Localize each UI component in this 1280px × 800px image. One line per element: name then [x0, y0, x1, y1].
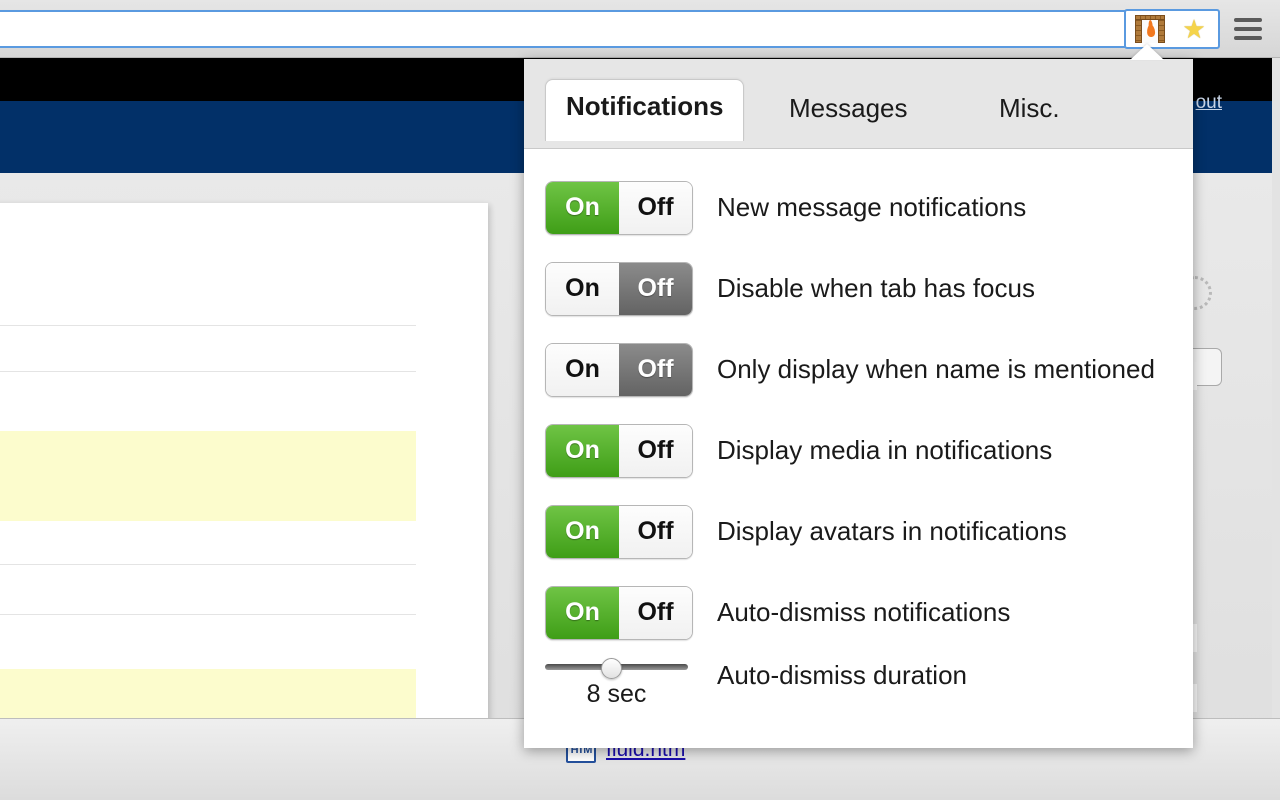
setting-row: On Off Only display when name is mention…: [524, 329, 1193, 410]
highlighted-row: [0, 431, 416, 521]
tab-misc[interactable]: Misc.: [979, 84, 1080, 138]
list-divider: [0, 325, 416, 326]
toggle-display-media-in-notifications[interactable]: On Off: [545, 423, 693, 478]
list-divider: [0, 564, 416, 565]
bookmark-button[interactable]: ★: [1174, 12, 1214, 46]
extension-popup: Notifications Messages Misc. On Off New …: [524, 59, 1193, 748]
setting-row: On Off Display avatars in notifications: [524, 491, 1193, 572]
setting-label: Only display when name is mentioned: [717, 354, 1155, 384]
popup-pointer-arrow: [1130, 44, 1164, 60]
list-divider: [0, 371, 416, 372]
toggle-off-segment[interactable]: Off: [619, 424, 692, 477]
list-divider: [0, 614, 416, 615]
toggle-on-segment[interactable]: On: [546, 262, 619, 315]
popup-settings-list: On Off New message notifications On Off …: [524, 149, 1193, 733]
toggle-on-segment[interactable]: On: [546, 505, 619, 558]
setting-row: On Off Display media in notifications: [524, 410, 1193, 491]
hamburger-menu-icon[interactable]: [1234, 18, 1262, 40]
address-bar[interactable]: [0, 10, 1210, 48]
setting-row: On Off New message notifications: [524, 167, 1193, 248]
toggle-off-segment[interactable]: Off: [619, 181, 692, 234]
star-icon: ★: [1182, 14, 1206, 44]
setting-row: On Off Disable when tab has focus: [524, 248, 1193, 329]
popup-tabbar: Notifications Messages Misc.: [524, 59, 1193, 149]
browser-toolbar: ★: [0, 0, 1280, 58]
slider-value-label: 8 sec: [586, 680, 647, 708]
toggle-off-segment[interactable]: Off: [619, 586, 692, 639]
toggle-on-segment[interactable]: On: [546, 424, 619, 477]
toggle-display-avatars-in-notifications[interactable]: On Off: [545, 504, 693, 559]
browser-window: out e n e HTM fluid.htm ★: [0, 0, 1280, 800]
setting-row: On Off Auto-dismiss notifications: [524, 572, 1193, 653]
extension-button-fireplace[interactable]: [1130, 12, 1170, 46]
toggle-only-display-when-name-mentioned[interactable]: On Off: [545, 342, 693, 397]
auto-dismiss-duration-slider[interactable]: 8 sec: [545, 653, 693, 709]
toggle-auto-dismiss-notifications[interactable]: On Off: [545, 585, 693, 640]
toggle-on-segment[interactable]: On: [546, 343, 619, 396]
auto-dismiss-duration-row: 8 sec Auto-dismiss duration: [524, 653, 1193, 733]
slider-thumb[interactable]: [601, 658, 622, 679]
toggle-off-segment[interactable]: Off: [619, 505, 692, 558]
setting-label: New message notifications: [717, 192, 1027, 222]
toggle-on-segment[interactable]: On: [546, 181, 619, 234]
toolbar-icon-group: ★: [1124, 9, 1220, 49]
logout-link[interactable]: out: [1196, 92, 1222, 114]
tab-notifications[interactable]: Notifications: [545, 79, 745, 141]
toggle-disable-when-tab-has-focus[interactable]: On Off: [545, 261, 693, 316]
setting-label: Display media in notifications: [717, 435, 1053, 465]
setting-label: Disable when tab has focus: [717, 273, 1035, 303]
toggle-off-segment[interactable]: Off: [619, 262, 692, 315]
toggle-off-segment[interactable]: Off: [619, 343, 692, 396]
toggle-new-message-notifications[interactable]: On Off: [545, 180, 693, 235]
fireplace-flame-icon: [1135, 15, 1165, 43]
slider-setting-label: Auto-dismiss duration: [717, 660, 967, 690]
setting-label: Display avatars in notifications: [717, 516, 1067, 546]
setting-label: Auto-dismiss notifications: [717, 597, 1011, 627]
toggle-on-segment[interactable]: On: [546, 586, 619, 639]
tab-messages[interactable]: Messages: [769, 84, 928, 138]
page-content-card: [0, 203, 488, 800]
